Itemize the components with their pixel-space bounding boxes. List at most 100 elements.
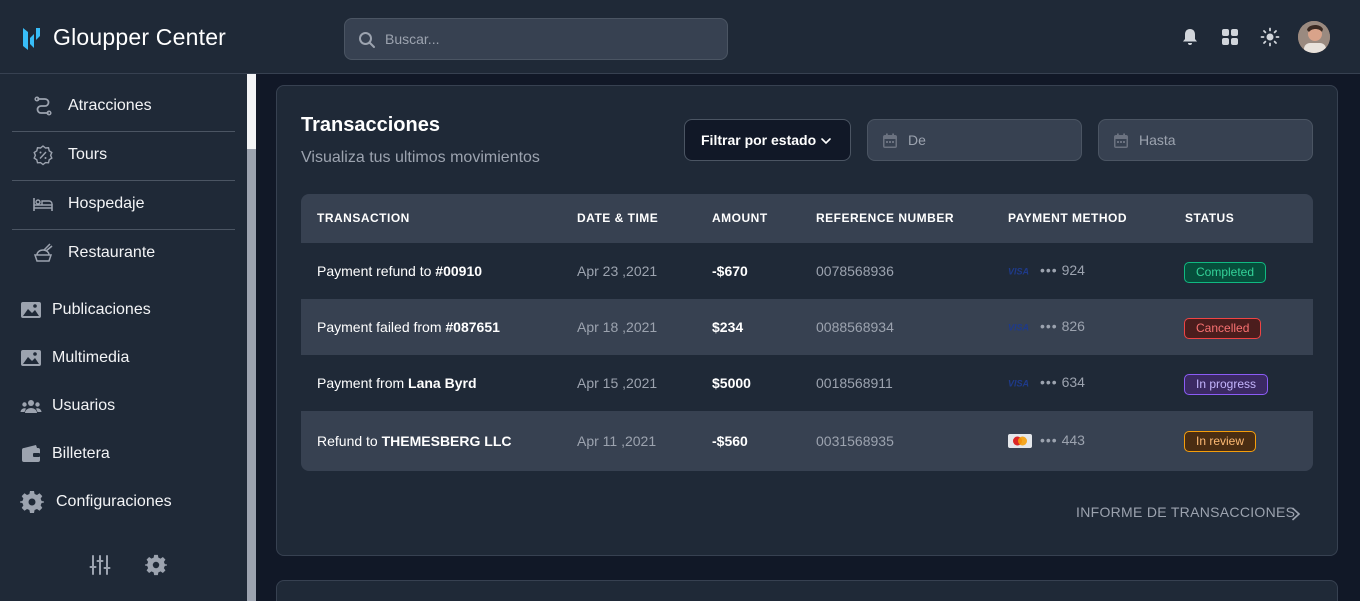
svg-text:VISA: VISA [1008,379,1029,389]
status-badge: Cancelled [1184,318,1262,339]
column-header-amount[interactable]: AMOUNT [712,211,768,225]
bed-icon [33,198,53,211]
date-from-input[interactable] [908,120,1058,160]
sidebar-item-label: Hospedaje [68,195,145,212]
users-icon [20,400,42,413]
bell-icon[interactable] [1180,27,1200,47]
calendar-icon [1114,133,1128,148]
sidebar-scrollbar-thumb[interactable] [247,149,256,601]
sidebar-item-label: Billetera [52,445,110,462]
column-header-date[interactable]: DATE & TIME [577,211,658,225]
visa-icon: VISA [1008,323,1029,333]
payment-method: VISA ••• 634 [1008,374,1085,390]
date-from-field[interactable] [867,119,1082,161]
transaction-reference: 0018568911 [816,375,893,391]
column-header-transaction[interactable]: TRANSACTION [317,211,410,225]
payment-method: ••• 443 [1008,432,1085,449]
image-icon [21,302,41,318]
avatar[interactable] [1298,21,1330,53]
status-badge: In progress [1184,374,1269,395]
sidebar-item-label: Atracciones [68,97,152,114]
brand-name[interactable]: Gloupper Center [53,24,226,51]
svg-text:VISA: VISA [1008,267,1029,277]
next-card [276,580,1338,601]
payment-method: VISA ••• 826 [1008,318,1085,334]
transaction-reference: 0088568934 [816,319,894,335]
brand-logo-icon[interactable] [20,24,42,52]
table-row[interactable]: Payment refund to #00910 Apr 23 ,2021 -$… [301,243,1313,299]
transaction-date: Apr 11 ,2021 [577,433,657,449]
transaction-amount: -$560 [712,433,748,449]
sidebar-item-label: Usuarios [52,397,116,414]
transactions-card: Transacciones Visualiza tus ultimos movi… [276,85,1338,556]
sidebar-item-billetera[interactable]: Billetera [0,434,240,474]
wallet-icon [22,445,40,462]
table-row[interactable]: Refund to THEMESBERG LLC Apr 11 ,2021 -$… [301,411,1313,471]
transaction-description: Payment refund to #00910 [317,263,483,279]
food-icon [33,243,53,262]
transaction-reference: 0078568936 [816,263,894,279]
transaction-amount: $5000 [712,375,751,391]
sliders-icon[interactable] [89,554,111,576]
payment-method: VISA ••• 924 [1008,262,1085,278]
sidebar-item-label: Restaurante [68,244,156,261]
visa-icon: VISA [1008,267,1029,277]
search-icon [359,32,375,48]
column-header-payment[interactable]: PAYMENT METHOD [1008,211,1127,225]
column-header-status[interactable]: STATUS [1185,211,1234,225]
date-to-input[interactable] [1139,120,1289,160]
transaction-amount: -$670 [712,263,748,279]
sidebar-item-multimedia[interactable]: Multimedia [0,338,240,378]
top-bar: Gloupper Center [0,0,1360,74]
path-icon [34,96,52,116]
sidebar-item-publicaciones[interactable]: Publicaciones [0,290,240,330]
user-photo-icon [1298,21,1330,53]
transactions-table: TRANSACTION DATE & TIME AMOUNT REFERENCE… [301,194,1313,471]
transaction-date: Apr 23 ,2021 [577,263,658,279]
calendar-icon [883,133,897,148]
sidebar-item-configuraciones[interactable]: Configuraciones [0,482,240,522]
apps-grid-icon[interactable] [1220,27,1240,47]
status-badge: Completed [1184,262,1267,283]
table-header: TRANSACTION DATE & TIME AMOUNT REFERENCE… [301,194,1313,243]
sidebar-item-hospedaje[interactable]: Hospedaje [12,181,235,230]
sidebar: Atracciones Tours Hospedaje Restaurante [0,74,256,601]
sidebar-item-atracciones[interactable]: Atracciones [12,83,235,132]
sidebar-item-label: Configuraciones [56,493,172,510]
status-filter-button[interactable]: Filtrar por estado [684,119,851,161]
transaction-description: Payment from Lana Byrd [317,375,477,391]
transactions-report-link[interactable]: INFORME DE TRANSACCIONES [1076,504,1295,520]
status-badge: In review [1184,431,1257,452]
transaction-description: Refund to THEMESBERG LLC [317,433,512,449]
sidebar-item-label: Tours [68,146,108,163]
transaction-amount: $234 [712,319,744,335]
gear-icon[interactable] [145,554,167,576]
transaction-description: Payment failed from #087651 [317,319,500,335]
gear-icon [20,491,44,513]
sidebar-item-tours[interactable]: Tours [12,132,235,181]
table-row[interactable]: Payment from Lana Byrd Apr 15 ,2021 $500… [301,355,1313,411]
search-box[interactable] [344,18,728,60]
sidebar-item-label: Publicaciones [52,301,151,318]
column-header-reference[interactable]: REFERENCE NUMBER [816,211,954,225]
visa-icon: VISA [1008,379,1029,389]
date-to-field[interactable] [1098,119,1313,161]
card-subtitle: Visualiza tus ultimos movimientos [301,149,540,166]
chevron-down-icon [821,138,831,145]
search-input[interactable] [385,19,715,59]
chevron-right-icon[interactable] [1290,507,1302,521]
transaction-reference: 0031568935 [816,433,894,449]
transaction-date: Apr 18 ,2021 [577,319,658,335]
sidebar-item-usuarios[interactable]: Usuarios [0,386,240,426]
badge-percent-icon [33,145,53,166]
image-icon [21,350,41,366]
table-row[interactable]: Payment failed from #087651 Apr 18 ,2021… [301,299,1313,355]
svg-text:VISA: VISA [1008,323,1029,333]
sidebar-item-label: Multimedia [52,349,130,366]
status-filter-label: Filtrar por estado [701,132,817,148]
card-title: Transacciones [301,114,440,136]
sidebar-item-restaurante[interactable]: Restaurante [12,230,235,279]
mastercard-icon [1008,434,1032,449]
sun-icon[interactable] [1260,27,1280,47]
transaction-date: Apr 15 ,2021 [577,375,658,391]
